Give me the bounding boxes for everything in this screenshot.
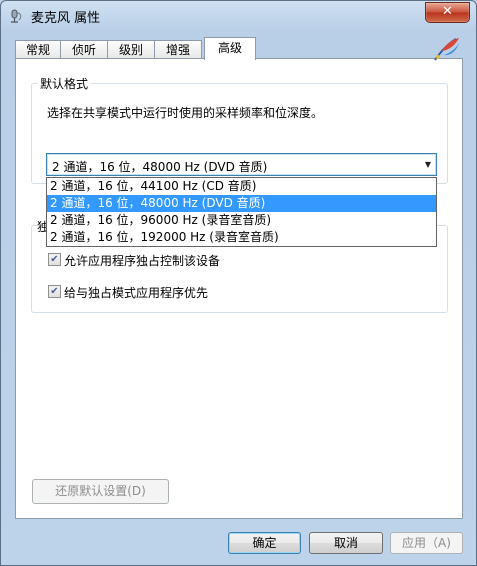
tab-levels[interactable]: 级别 — [107, 40, 155, 59]
format-dropdown-list[interactable]: 2 通道，16 位，44100 Hz (CD 音质) 2 通道，16 位，480… — [46, 177, 437, 247]
microphone-icon — [11, 9, 22, 23]
close-button[interactable]: ✕ — [425, 2, 470, 23]
format-option-96000[interactable]: 2 通道，16 位，96000 Hz (录音室音质) — [47, 212, 436, 229]
default-format-description: 选择在共享模式中运行时使用的采样频率和位深度。 — [47, 106, 324, 120]
tab-enhancements[interactable]: 增强 — [154, 40, 202, 59]
allow-exclusive-checkbox[interactable]: ✔ — [48, 253, 61, 266]
default-format-label: 默认格式 — [37, 75, 92, 92]
allow-exclusive-label: 允许应用程序独占控制该设备 — [64, 254, 221, 268]
title-bar[interactable]: 麦克风 属性 ✕ — [1, 1, 476, 31]
ok-button[interactable]: 确定 — [228, 532, 301, 554]
format-option-48000[interactable]: 2 通道，16 位，48000 Hz (DVD 音质) — [47, 195, 436, 212]
properties-window: 麦克风 属性 ✕ 常规 侦听 级别 增强 高级 默认格式 选择在共享模式中运行时… — [0, 0, 477, 566]
format-option-44100[interactable]: 2 通道，16 位，44100 Hz (CD 音质) — [47, 178, 436, 195]
selected-format: 2 通道，16 位，48000 Hz (DVD 音质) — [52, 160, 268, 174]
cancel-button[interactable]: 取消 — [309, 532, 383, 554]
give-priority-checkbox[interactable]: ✔ — [48, 285, 61, 298]
give-priority-label: 给与独占模式应用程序优先 — [64, 286, 209, 300]
sample-format-select[interactable]: 2 通道，16 位，48000 Hz (DVD 音质) ▼ — [46, 153, 437, 176]
restore-defaults-button[interactable]: 还原默认设置(D) — [32, 479, 169, 504]
chevron-down-icon[interactable]: ▼ — [425, 160, 431, 169]
tab-advanced[interactable]: 高级 — [204, 37, 256, 60]
feather-icon — [434, 38, 459, 61]
format-option-192000[interactable]: 2 通道，16 位，192000 Hz (录音室音质) — [47, 229, 436, 246]
apply-button[interactable]: 应用（A) — [390, 532, 463, 554]
window-title: 麦克风 属性 — [31, 11, 101, 26]
tab-general[interactable]: 常规 — [15, 40, 61, 59]
tab-listen[interactable]: 侦听 — [60, 40, 108, 59]
close-icon: ✕ — [442, 4, 453, 19]
